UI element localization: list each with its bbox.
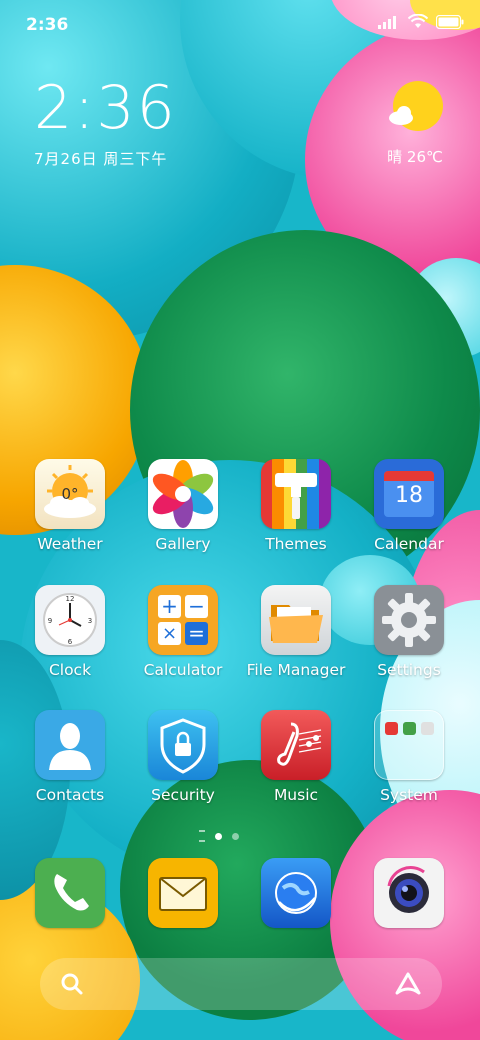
weather-icon: 0°	[35, 459, 105, 529]
clock-icon: 12 3 6 9	[35, 585, 105, 655]
app-calendar[interactable]: 18 Calendar	[354, 459, 464, 553]
app-label: Settings	[377, 661, 441, 679]
app-label: File Manager	[246, 661, 346, 679]
weather-badge: 0°	[61, 485, 79, 503]
sunny-cloud-icon	[387, 81, 443, 136]
svg-text:9: 9	[48, 617, 52, 625]
settings-icon	[374, 585, 444, 655]
messages-icon[interactable]	[148, 858, 218, 928]
weather-text: 晴 26℃	[387, 148, 443, 166]
app-label: Security	[151, 786, 215, 804]
app-gallery[interactable]: Gallery	[128, 459, 238, 553]
status-bar: 2:36	[0, 0, 480, 48]
app-calculator[interactable]: + − × = Calculator	[128, 585, 238, 679]
svg-text:12: 12	[66, 595, 75, 603]
page-dot-active	[215, 832, 222, 840]
search-icon[interactable]	[60, 972, 84, 1000]
app-label: Calculator	[143, 661, 223, 679]
file-manager-icon	[261, 585, 331, 655]
phone-icon[interactable]	[35, 858, 105, 928]
app-label: Clock	[48, 661, 92, 679]
contacts-icon	[35, 710, 105, 780]
weather-widget[interactable]: 晴 26℃	[380, 80, 450, 167]
app-label: Themes	[265, 535, 327, 553]
search-page-indicator-icon	[199, 830, 205, 842]
gallery-icon	[148, 459, 218, 529]
security-icon	[148, 710, 218, 780]
browser-icon[interactable]	[261, 858, 331, 928]
camera-icon[interactable]	[374, 858, 444, 928]
app-contacts[interactable]: Contacts	[15, 710, 125, 804]
calendar-date: 18	[395, 483, 423, 508]
app-weather[interactable]: 0° Weather	[15, 459, 125, 553]
app-label: Contacts	[35, 786, 105, 804]
page-dot	[232, 832, 239, 840]
app-clock[interactable]: 12 3 6 9 Clock	[15, 585, 125, 679]
widget-date: 7月26日 周三下午	[34, 150, 168, 168]
battery-icon	[435, 14, 464, 33]
music-icon	[261, 710, 331, 780]
wifi-icon	[407, 13, 429, 33]
app-label: Gallery	[155, 535, 211, 553]
app-settings[interactable]: Settings	[354, 585, 464, 679]
app-label: System	[380, 786, 438, 804]
app-system-folder[interactable]: System	[354, 710, 464, 804]
calculator-icon: + − × =	[148, 585, 218, 655]
widget-time: 2:36	[34, 73, 177, 143]
app-label: Calendar	[374, 535, 444, 553]
system-folder-icon	[374, 710, 444, 780]
clock-widget[interactable]: 2:36 7月26日 周三下午	[34, 78, 177, 169]
app-file-manager[interactable]: File Manager	[241, 585, 351, 679]
status-time: 2:36	[26, 15, 69, 35]
page-indicator	[199, 830, 239, 842]
app-themes[interactable]: Themes	[241, 459, 351, 553]
calendar-icon: 18	[374, 459, 444, 529]
cellular-signal-icon	[378, 14, 400, 33]
themes-icon	[261, 459, 331, 529]
svg-text:6: 6	[68, 638, 73, 646]
app-label: Music	[273, 786, 319, 804]
search-bar[interactable]	[40, 958, 442, 1010]
app-security[interactable]: Security	[128, 710, 238, 804]
assistant-icon[interactable]	[394, 971, 422, 1001]
svg-text:3: 3	[88, 617, 92, 625]
app-music[interactable]: Music	[241, 710, 351, 804]
app-label: Weather	[37, 535, 103, 553]
